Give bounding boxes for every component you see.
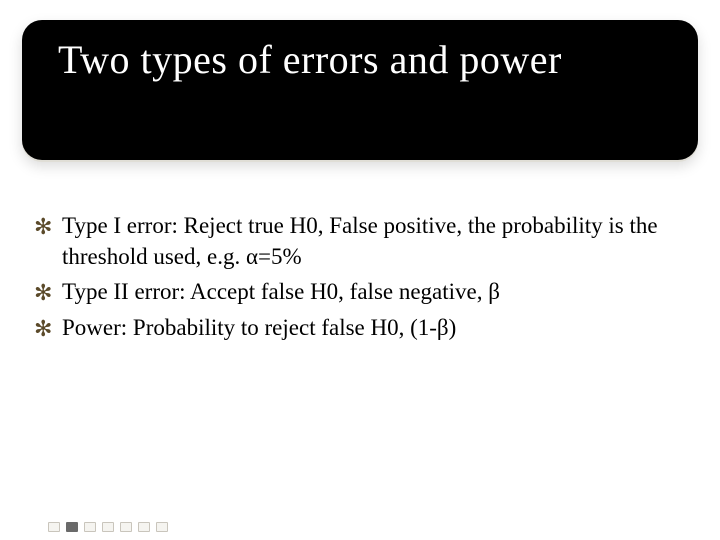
slide-title: Two types of errors and power — [58, 38, 562, 82]
thumbnail — [120, 522, 132, 532]
thumbnail — [156, 522, 168, 532]
list-item: ✻ Type II error: Accept false H0, false … — [34, 276, 680, 308]
bullet-text: Type I error: Reject true H0, False posi… — [62, 210, 680, 272]
bullet-icon: ✻ — [34, 210, 62, 242]
slide-body: ✻ Type I error: Reject true H0, False po… — [34, 210, 680, 348]
slide: Two types of errors and power ✻ Type I e… — [0, 0, 720, 540]
bullet-icon: ✻ — [34, 312, 62, 344]
bullet-text: Type II error: Accept false H0, false ne… — [62, 276, 500, 307]
list-item: ✻ Power: Probability to reject false H0,… — [34, 312, 680, 344]
title-band: Two types of errors and power — [22, 20, 698, 160]
bullet-icon: ✻ — [34, 276, 62, 308]
thumbnail — [66, 522, 78, 532]
thumbnail — [84, 522, 96, 532]
thumbnail — [48, 522, 60, 532]
list-item: ✻ Type I error: Reject true H0, False po… — [34, 210, 680, 272]
slide-thumbnails — [48, 522, 168, 532]
thumbnail — [138, 522, 150, 532]
bullet-text: Power: Probability to reject false H0, (… — [62, 312, 456, 343]
thumbnail — [102, 522, 114, 532]
